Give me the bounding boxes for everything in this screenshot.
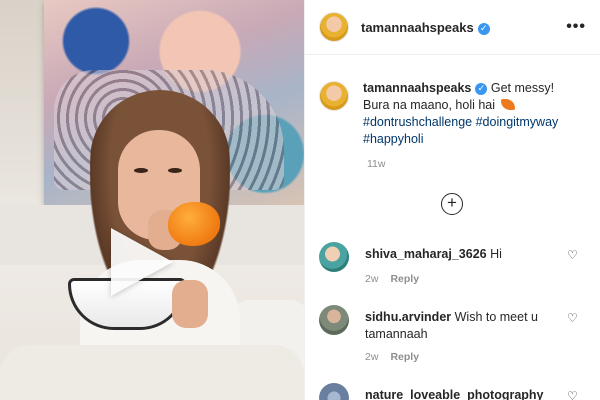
hashtag-dontrushchallenge[interactable]: #dontrushchallenge (363, 115, 472, 129)
hashtag-happyholi[interactable]: #happyholi (363, 132, 423, 146)
comment-time[interactable]: 2w (365, 273, 378, 285)
caption-text-line1: Get messy! (487, 81, 555, 95)
caption-avatar[interactable] (319, 81, 349, 111)
comment-meta: 2w Reply (365, 273, 419, 285)
verified-badge-icon: ✓ (475, 83, 488, 95)
post-header: tamannaahspeaks ✓ ••• (305, 0, 600, 55)
post-timestamp[interactable]: 11w (367, 158, 385, 170)
like-heart-icon[interactable]: ♡ (567, 390, 579, 400)
commenter-avatar[interactable] (319, 305, 349, 335)
author-username[interactable]: tamannaahspeaks ✓ (361, 20, 490, 35)
reply-button[interactable]: Reply (390, 273, 419, 285)
like-heart-icon[interactable]: ♡ (567, 249, 579, 261)
comment-meta: 2w Reply (365, 351, 419, 363)
comment-text: Hi (486, 247, 502, 261)
comment-time[interactable]: 2w (365, 351, 378, 363)
comment-username[interactable]: shiva_maharaj_3626 (365, 247, 487, 261)
caption-username[interactable]: tamannaahspeaks (363, 81, 471, 95)
post-sidebar: tamannaahspeaks ✓ ••• tamannaahspeaks ✓ Ge… (304, 0, 600, 400)
verified-badge-icon: ✓ (477, 22, 490, 35)
commenter-avatar[interactable] (319, 383, 349, 400)
play-icon[interactable] (111, 228, 173, 296)
orange-fruit (168, 202, 220, 246)
hashtag-doingitmyway[interactable]: #doingitmyway (476, 115, 559, 129)
comment-username[interactable]: sidhu.arvinder (365, 310, 451, 324)
caption-text-line2: Bura na maano, holi hai (363, 98, 499, 112)
commenter-avatar[interactable] (319, 242, 349, 272)
load-more-comments-icon[interactable]: + (441, 193, 463, 215)
author-avatar[interactable] (319, 12, 349, 42)
more-options-icon[interactable]: ••• (566, 18, 586, 36)
leaf-emoji-icon (500, 99, 515, 110)
post-video[interactable] (0, 0, 304, 400)
comment-username[interactable]: nature_loveable_photography (365, 388, 544, 400)
post-caption: tamannaahspeaks ✓ Get messy! Bura na maan… (319, 80, 589, 148)
reply-button[interactable]: Reply (390, 351, 419, 363)
like-heart-icon[interactable]: ♡ (567, 312, 579, 324)
